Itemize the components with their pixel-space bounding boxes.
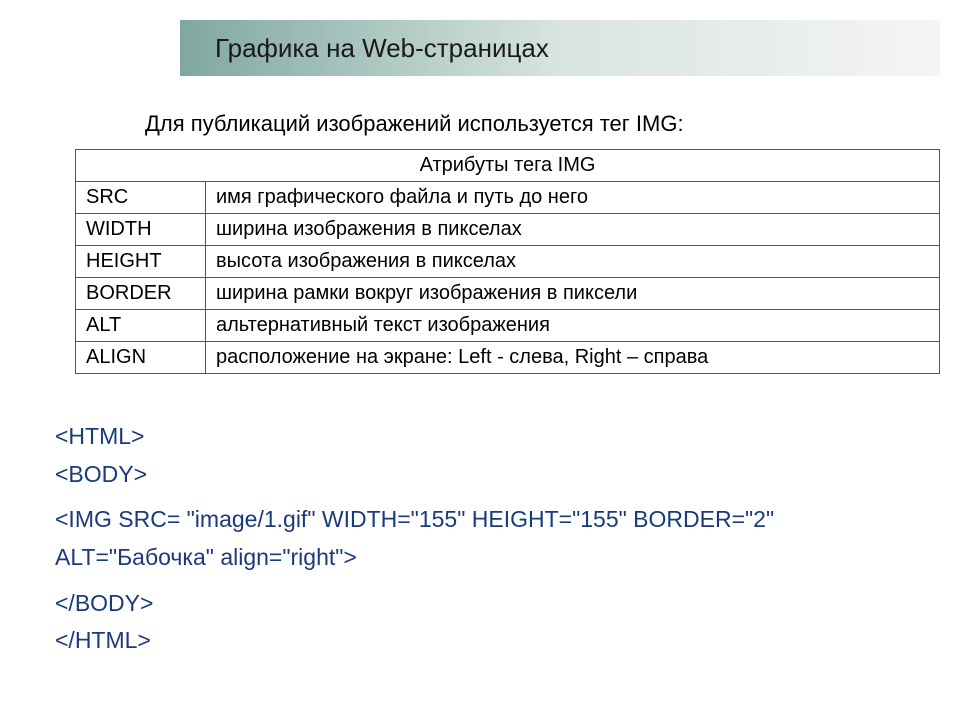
attr-name: BORDER <box>76 278 206 310</box>
code-line: ALT="Бабочка" align="right"> <box>55 540 960 576</box>
attr-name: ALIGN <box>76 342 206 374</box>
intro-text: Для публикаций изображений используется … <box>145 111 960 137</box>
attr-desc: расположение на экране: Left - слева, Ri… <box>206 342 940 374</box>
table-row: ALIGN расположение на экране: Left - сле… <box>76 342 940 374</box>
table-row: SRC имя графического файла и путь до нег… <box>76 182 940 214</box>
table-header: Атрибуты тега IMG <box>76 150 940 182</box>
attr-name: HEIGHT <box>76 246 206 278</box>
code-block: <HTML> <BODY> <IMG SRC= "image/1.gif" WI… <box>55 419 960 659</box>
attr-name: ALT <box>76 310 206 342</box>
page-title: Графика на Web-страницах <box>215 33 549 64</box>
attr-name: WIDTH <box>76 214 206 246</box>
attr-desc: ширина изображения в пикселах <box>206 214 940 246</box>
attributes-table-container: Атрибуты тега IMG SRC имя графического ф… <box>75 149 940 374</box>
table-row: ALT альтернативный текст изображения <box>76 310 940 342</box>
page-title-bar: Графика на Web-страницах <box>180 20 940 76</box>
table-row: BORDER ширина рамки вокруг изображения в… <box>76 278 940 310</box>
table-header-row: Атрибуты тега IMG <box>76 150 940 182</box>
table-row: HEIGHT высота изображения в пикселах <box>76 246 940 278</box>
table-row: WIDTH ширина изображения в пикселах <box>76 214 940 246</box>
attr-desc: высота изображения в пикселах <box>206 246 940 278</box>
code-line: </BODY> <box>55 586 960 622</box>
attr-name: SRC <box>76 182 206 214</box>
code-line: </HTML> <box>55 623 960 659</box>
attr-desc: ширина рамки вокруг изображения в пиксел… <box>206 278 940 310</box>
code-line: <HTML> <box>55 419 960 455</box>
attributes-table: Атрибуты тега IMG SRC имя графического ф… <box>75 149 940 374</box>
attr-desc: имя графического файла и путь до него <box>206 182 940 214</box>
code-line: <IMG SRC= "image/1.gif" WIDTH="155" HEIG… <box>55 502 960 538</box>
attr-desc: альтернативный текст изображения <box>206 310 940 342</box>
code-line: <BODY> <box>55 457 960 493</box>
